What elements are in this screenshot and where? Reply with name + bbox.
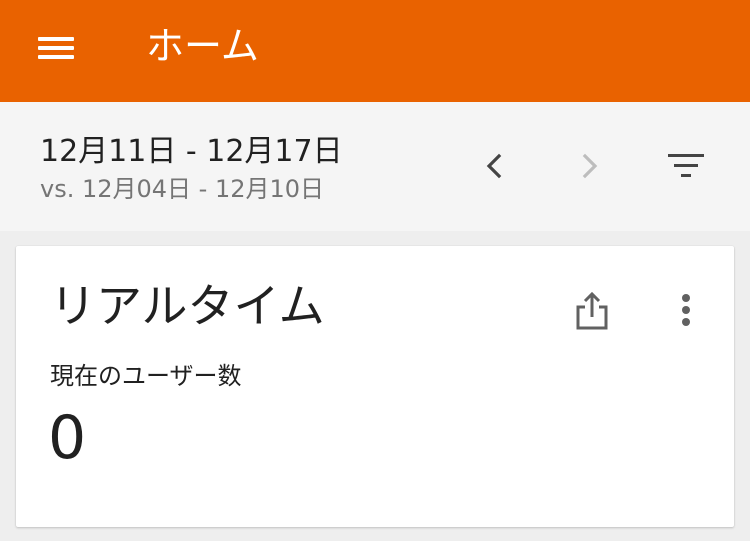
menu-bar-middle [38, 46, 74, 50]
metric-value: 0 [48, 403, 87, 473]
hamburger-menu-icon[interactable] [30, 28, 82, 68]
date-range-comparison[interactable]: vs. 12月04日 - 12月10日 [40, 173, 324, 205]
previous-period-button[interactable] [470, 142, 518, 190]
filter-icon [668, 154, 704, 177]
filter-button[interactable] [662, 142, 710, 190]
share-button[interactable] [566, 286, 618, 338]
metric-label: 現在のユーザー数 [50, 362, 242, 390]
next-period-button[interactable] [566, 142, 614, 190]
realtime-card: リアルタイム 現在のユーザー数 0 [16, 246, 734, 527]
chevron-right-icon [582, 153, 598, 179]
menu-bar-bottom [38, 55, 74, 59]
more-vertical-icon [682, 294, 690, 326]
chevron-left-icon [486, 153, 502, 179]
date-range-primary[interactable]: 12月11日 - 12月17日 [40, 132, 343, 172]
app-bar: ホーム [0, 0, 750, 102]
date-range-header: 12月11日 - 12月17日 vs. 12月04日 - 12月10日 [0, 102, 750, 231]
menu-bar-top [38, 37, 74, 41]
more-options-button[interactable] [662, 286, 714, 338]
share-icon [576, 291, 608, 330]
card-title: リアルタイム [50, 279, 325, 333]
page-title: ホーム [146, 24, 259, 68]
app-screen: ホーム 12月11日 - 12月17日 vs. 12月04日 - 12月10日 … [0, 0, 750, 541]
